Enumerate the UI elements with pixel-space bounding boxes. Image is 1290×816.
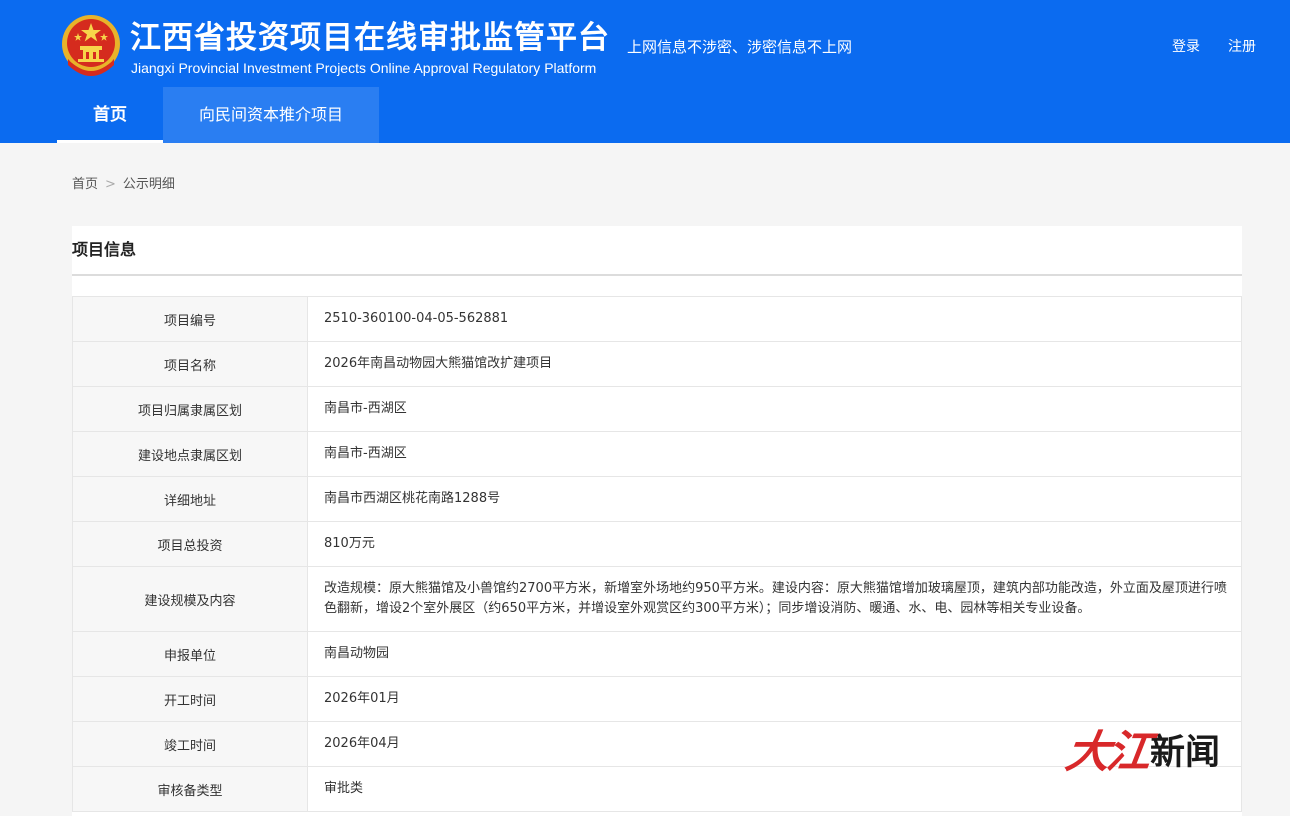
- breadcrumb-current: 公示明细: [122, 177, 175, 192]
- row-label-project-name: 项目名称: [72, 341, 308, 387]
- watermark-logo: 大江: [1062, 727, 1152, 778]
- row-value-project-name: 2026年南昌动物园大熊猫馆改扩建项目: [307, 341, 1242, 387]
- watermark-news: 新闻: [1150, 732, 1221, 773]
- nav-tab-home[interactable]: 首页: [57, 87, 163, 143]
- row-value-start-date: 2026年01月: [307, 676, 1242, 722]
- table-row: 建设地点隶属区划 南昌市-西湖区: [72, 431, 1242, 477]
- panel-title: 项目信息: [72, 240, 137, 259]
- row-value-scope: 改造规模：原大熊猫馆及小兽馆约2700平方米，新增室外场地约950平方米。建设内…: [307, 566, 1242, 632]
- row-label-project-region: 项目归属隶属区划: [72, 386, 308, 432]
- row-label-total-investment: 项目总投资: [72, 521, 308, 567]
- site-header: 江西省投资项目在线审批监管平台 Jiangxi Provincial Inves…: [0, 0, 1290, 143]
- dajiang-news-watermark: 大江新闻: [1062, 726, 1266, 784]
- row-label-scope: 建设规模及内容: [72, 566, 308, 632]
- login-link[interactable]: 登录: [1172, 38, 1200, 56]
- row-label-site-region: 建设地点隶属区划: [72, 431, 308, 477]
- row-label-review-type: 审核备类型: [72, 766, 308, 812]
- nav-tab-private-capital-projects[interactable]: 向民间资本推介项目: [163, 87, 379, 143]
- row-value-address: 南昌市西湖区桃花南路1288号: [307, 476, 1242, 522]
- table-row: 项目名称 2026年南昌动物园大熊猫馆改扩建项目: [72, 341, 1242, 387]
- table-row: 开工时间 2026年01月: [72, 676, 1242, 722]
- breadcrumb-home[interactable]: 首页: [72, 177, 98, 192]
- table-row: 详细地址 南昌市西湖区桃花南路1288号: [72, 476, 1242, 522]
- site-title: 江西省投资项目在线审批监管平台: [130, 20, 610, 56]
- row-label-start-date: 开工时间: [72, 676, 308, 722]
- table-row: 项目编号 2510-360100-04-05-562881: [72, 296, 1242, 342]
- register-link[interactable]: 注册: [1228, 38, 1256, 56]
- row-value-project-code: 2510-360100-04-05-562881: [307, 296, 1242, 342]
- table-row: 项目归属隶属区划 南昌市-西湖区: [72, 386, 1242, 432]
- row-label-project-code: 项目编号: [72, 296, 308, 342]
- row-value-total-investment: 810万元: [307, 521, 1242, 567]
- row-value-applicant: 南昌动物园: [307, 631, 1242, 677]
- site-subtitle-en: Jiangxi Provincial Investment Projects O…: [131, 60, 597, 76]
- row-value-project-region: 南昌市-西湖区: [307, 386, 1242, 432]
- table-row: 建设规模及内容 改造规模：原大熊猫馆及小兽馆约2700平方米，新增室外场地约95…: [72, 566, 1242, 632]
- row-label-applicant: 申报单位: [72, 631, 308, 677]
- breadcrumb-separator: >: [105, 177, 116, 192]
- row-value-site-region: 南昌市-西湖区: [307, 431, 1242, 477]
- panel-divider: [72, 274, 1242, 276]
- table-row: 申报单位 南昌动物园: [72, 631, 1242, 677]
- security-slogan: 上网信息不涉密、涉密信息不上网: [627, 38, 853, 56]
- row-label-address: 详细地址: [72, 476, 308, 522]
- breadcrumb: 首页 > 公示明细: [72, 176, 175, 194]
- national-emblem-icon: [62, 15, 120, 76]
- row-label-completion-date: 竣工时间: [72, 721, 308, 767]
- table-row: 项目总投资 810万元: [72, 521, 1242, 567]
